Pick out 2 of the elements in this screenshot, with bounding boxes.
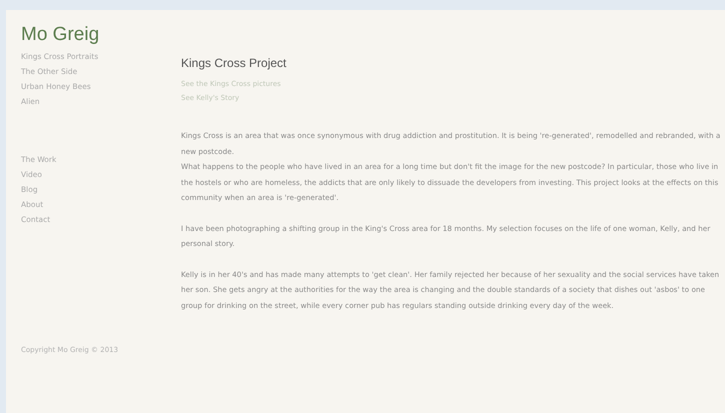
page-heading: Kings Cross Project (181, 56, 288, 70)
site-title[interactable]: Mo Greig (21, 24, 181, 46)
